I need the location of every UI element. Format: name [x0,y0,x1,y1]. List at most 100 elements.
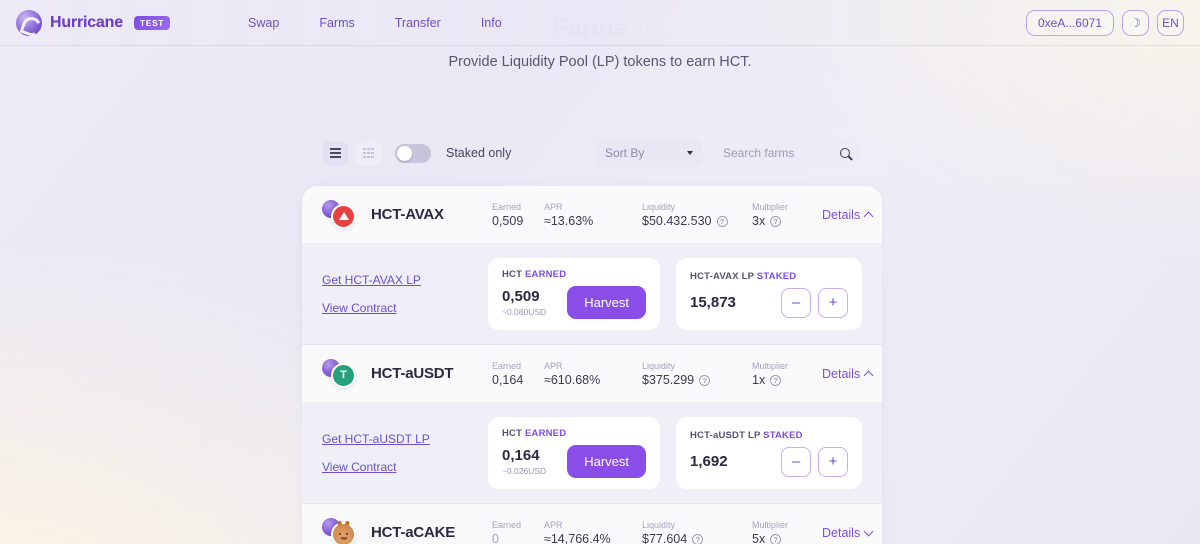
search-icon [840,147,851,159]
details-toggle[interactable]: Details [822,366,874,381]
get-lp-link[interactable]: Get HCT-aUSDT LP [322,432,472,446]
stat-apr: APR ≈13.63% [544,201,642,229]
cake-token-icon [331,520,356,544]
earned-panel: HCT EARNED 0,509 ~0.080USD Harvest [488,258,660,330]
stat-earned-label: Earned [492,519,522,530]
chevron-down-icon [687,151,693,155]
stake-button[interactable]: + [818,287,848,318]
list-view-icon[interactable] [323,140,348,166]
staked-panel: HCT-aUSDT LP STAKED 1,692 – + [676,417,862,489]
stat-apr: APR ≈610.68% [544,360,642,388]
stat-apr: APR ≈14,766.4% [544,519,642,544]
earned-amounts: 0,509 ~0.080USD [502,288,546,316]
staked-amount: 15,873 [690,293,736,311]
nav-item-farms[interactable]: Farms [299,10,374,36]
harvest-button[interactable]: Harvest [567,445,646,478]
farm-pair: HCT-aCAKE [322,517,492,544]
stat-apr-label: APR [544,519,563,530]
farm-detail-panel: Get HCT-AVAX LP View Contract HCT EARNED… [302,244,882,345]
view-contract-link[interactable]: View Contract [322,301,472,315]
staked-only-toggle[interactable] [395,143,431,163]
stat-earned: Earned 0 [492,519,544,544]
stake-stepper: – + [781,287,848,318]
get-lp-link[interactable]: Get HCT-AVAX LP [322,273,472,287]
farm-detail-panel: Get HCT-aUSDT LP View Contract HCT EARNE… [302,403,882,504]
stat-earned-label: Earned [492,201,522,212]
stat-multiplier-value: 1x ? [752,373,822,387]
stat-multiplier-amount: 1x [752,373,766,388]
table-row[interactable]: T HCT-aUSDT Earned 0,164 APR ≈610.68% Li… [302,345,882,403]
nav-item-swap[interactable]: Swap [228,10,299,36]
stat-earned-value: 0,164 [492,373,524,388]
staked-amount: 1,692 [690,452,728,470]
token-pair-icons: T [322,358,362,390]
farm-pair-label: HCT-AVAX [371,206,444,223]
stat-apr-label: APR [544,360,563,371]
staked-only-label: Staked only [446,146,512,160]
brand-logo[interactable]: Hurricane TEST [16,9,171,36]
stake-button[interactable]: + [818,446,848,477]
sort-by-select[interactable]: Sort By [595,139,703,167]
grid-view-icon[interactable] [356,140,381,166]
chevron-down-icon [863,526,874,536]
stat-multiplier-label: Multiplier [752,360,789,371]
farm-pair-label: HCT-aCAKE [371,524,456,541]
unstake-button[interactable]: – [781,287,811,318]
chevron-up-icon [863,370,874,380]
stat-multiplier-value: 5x ? [752,532,822,544]
avax-token-icon [331,203,356,229]
liquidity-help-icon[interactable]: ? [692,533,704,544]
earned-amounts: 0,164 ~0.026USD [502,447,546,475]
multiplier-help-icon[interactable]: ? [770,533,782,544]
stat-apr-value: ≈13.63% [544,214,594,229]
stat-liquidity: Liquidity $375.299 ? [642,360,752,388]
earned-usd: ~0.080USD [502,306,547,317]
farm-pair: HCT-AVAX [322,199,492,231]
details-toggle[interactable]: Details [822,525,874,540]
staked-panel-suffix: STAKED [756,270,797,282]
earned-panel-title: HCT EARNED [502,428,646,439]
wallet-address-button[interactable]: 0xeA...6071 [1025,9,1114,36]
details-label: Details [822,207,861,222]
stat-liquidity-label: Liquidity [642,201,676,212]
details-label: Details [822,525,861,540]
token-pair-icons [322,199,362,231]
stat-multiplier: Multiplier 3x ? [752,201,822,229]
stat-liquidity-label: Liquidity [642,519,676,530]
farm-pair: T HCT-aUSDT [322,358,492,390]
nav-item-transfer[interactable]: Transfer [375,10,461,36]
stat-liquidity-amount: $77.604 [642,532,688,544]
stat-apr-value: ≈14,766.4% [544,532,611,544]
liquidity-help-icon[interactable]: ? [716,215,728,227]
nav-item-info[interactable]: Info [461,10,522,36]
stat-apr-label: APR [544,201,563,212]
farms-list: HCT-AVAX Earned 0,509 APR ≈13.63% Liquid… [302,186,882,544]
chevron-up-icon [863,211,874,221]
brand-name: Hurricane [50,13,123,31]
page-subtitle: Provide Liquidity Pool (LP) tokens to ea… [448,54,752,70]
liquidity-help-icon[interactable]: ? [699,374,711,386]
farm-pair-label: HCT-aUSDT [371,365,454,382]
harvest-button[interactable]: Harvest [567,286,646,319]
staked-panel-title: HCT-AVAX LP STAKED [690,271,848,282]
multiplier-help-icon[interactable]: ? [770,374,782,386]
stat-liquidity-amount: $375.299 [642,373,695,388]
usdt-token-icon: T [331,362,356,388]
view-contract-link[interactable]: View Contract [322,460,472,474]
multiplier-help-icon[interactable]: ? [770,215,782,227]
moon-icon[interactable]: ☽ [1122,9,1149,36]
stat-earned-value: 0,509 [492,214,524,229]
search-input[interactable]: Search farms [713,139,861,167]
table-row[interactable]: HCT-aCAKE Earned 0 APR ≈14,766.4% Liquid… [302,504,882,544]
earned-panel-body: 0,509 ~0.080USD Harvest [502,286,646,319]
details-toggle[interactable]: Details [822,207,874,222]
unstake-button[interactable]: – [781,446,811,477]
table-row[interactable]: HCT-AVAX Earned 0,509 APR ≈13.63% Liquid… [302,186,882,244]
language-button[interactable]: EN [1157,9,1184,36]
details-label: Details [822,366,861,381]
earned-amount: 0,164 [502,447,540,465]
stat-multiplier: Multiplier 1x ? [752,360,822,388]
farm-links: Get HCT-aUSDT LP View Contract [322,432,472,474]
stat-liquidity-label: Liquidity [642,360,676,371]
stat-earned: Earned 0,509 [492,201,544,229]
